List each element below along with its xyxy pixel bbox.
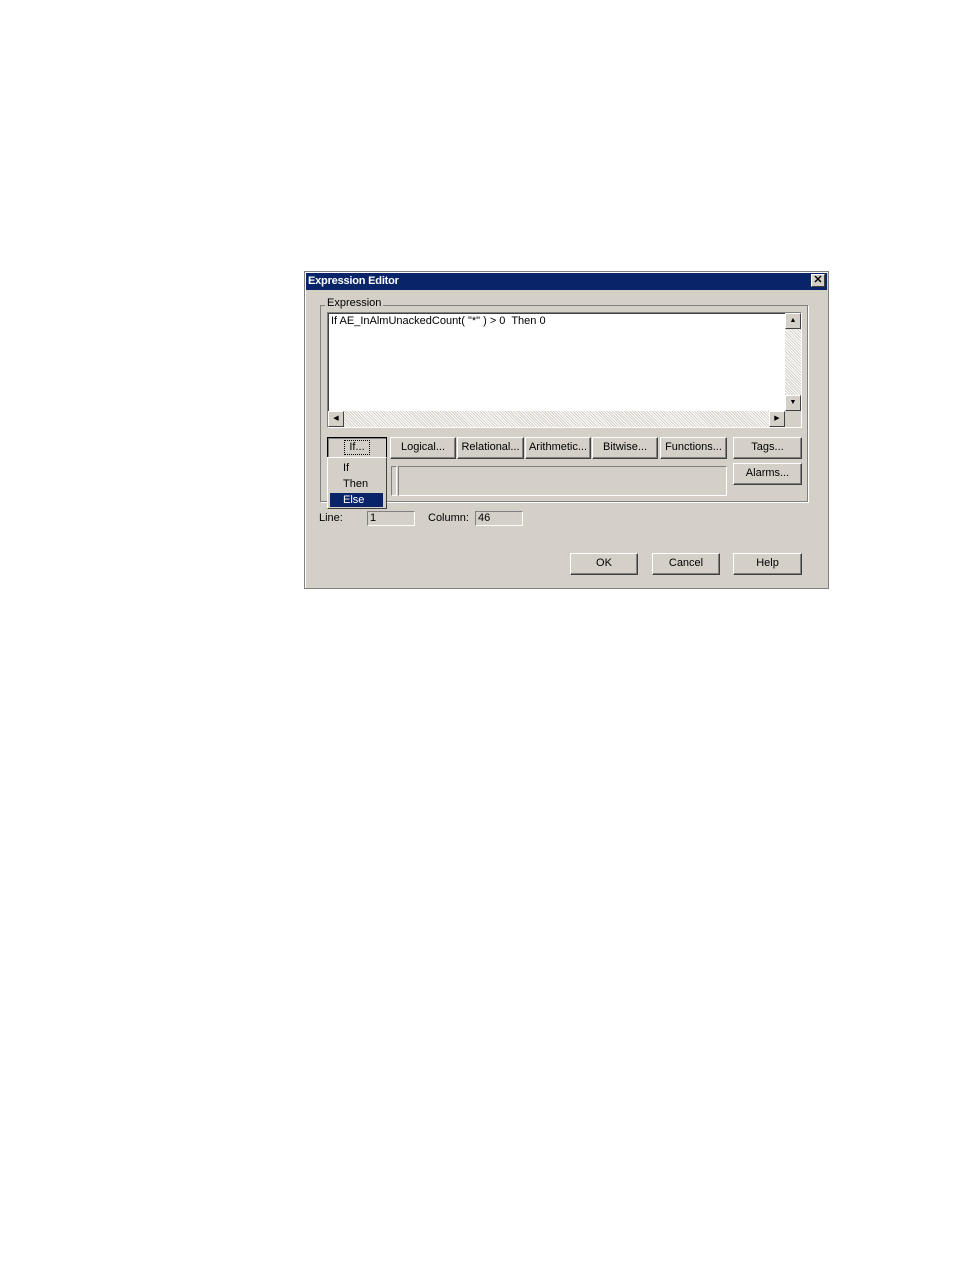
menu-item-if[interactable]: If (330, 461, 383, 475)
bitwise-button[interactable]: Bitwise... (592, 437, 658, 459)
line-label: Line: (319, 512, 343, 524)
title-bar: Expression Editor ✕ (306, 273, 827, 290)
window-title: Expression Editor (308, 275, 399, 287)
column-value: 46 (475, 511, 523, 526)
scrollbar-corner (785, 411, 801, 427)
expression-editor-dialog: Expression Editor ✕ Expression If AE_InA… (304, 271, 829, 589)
alarms-button[interactable]: Alarms... (733, 463, 802, 485)
scroll-up-icon[interactable]: ▲ (785, 313, 801, 329)
close-icon[interactable]: ✕ (811, 274, 825, 287)
functions-button[interactable]: Functions... (660, 437, 727, 459)
arithmetic-button[interactable]: Arithmetic... (525, 437, 591, 459)
expression-group-label: Expression (325, 297, 384, 309)
splitter-handle[interactable] (391, 466, 397, 496)
column-label: Column: (428, 512, 469, 524)
expression-text: If AE_InAlmUnackedCount( "*" ) > 0 Then … (331, 315, 546, 327)
scroll-left-icon[interactable]: ◀ (328, 411, 344, 427)
relational-button[interactable]: Relational... (457, 437, 524, 459)
ok-button[interactable]: OK (570, 553, 638, 575)
horizontal-scrollbar[interactable]: ◀ ▶ (328, 411, 785, 427)
if-button[interactable]: If... (327, 437, 387, 459)
logical-button[interactable]: Logical... (390, 437, 456, 459)
menu-item-else[interactable]: Else (330, 493, 383, 507)
expression-textarea[interactable]: If AE_InAlmUnackedCount( "*" ) > 0 Then … (327, 312, 802, 428)
operator-list-panel (398, 466, 727, 496)
if-dropdown-menu: If Then Else (327, 457, 387, 509)
scroll-right-icon[interactable]: ▶ (769, 411, 785, 427)
vertical-scrollbar[interactable]: ▲ ▼ (785, 313, 801, 411)
scroll-down-icon[interactable]: ▼ (785, 395, 801, 411)
help-button[interactable]: Help (733, 553, 802, 575)
tags-button[interactable]: Tags... (733, 437, 802, 459)
cancel-button[interactable]: Cancel (652, 553, 720, 575)
menu-item-then[interactable]: Then (330, 477, 383, 491)
line-value: 1 (367, 511, 415, 526)
